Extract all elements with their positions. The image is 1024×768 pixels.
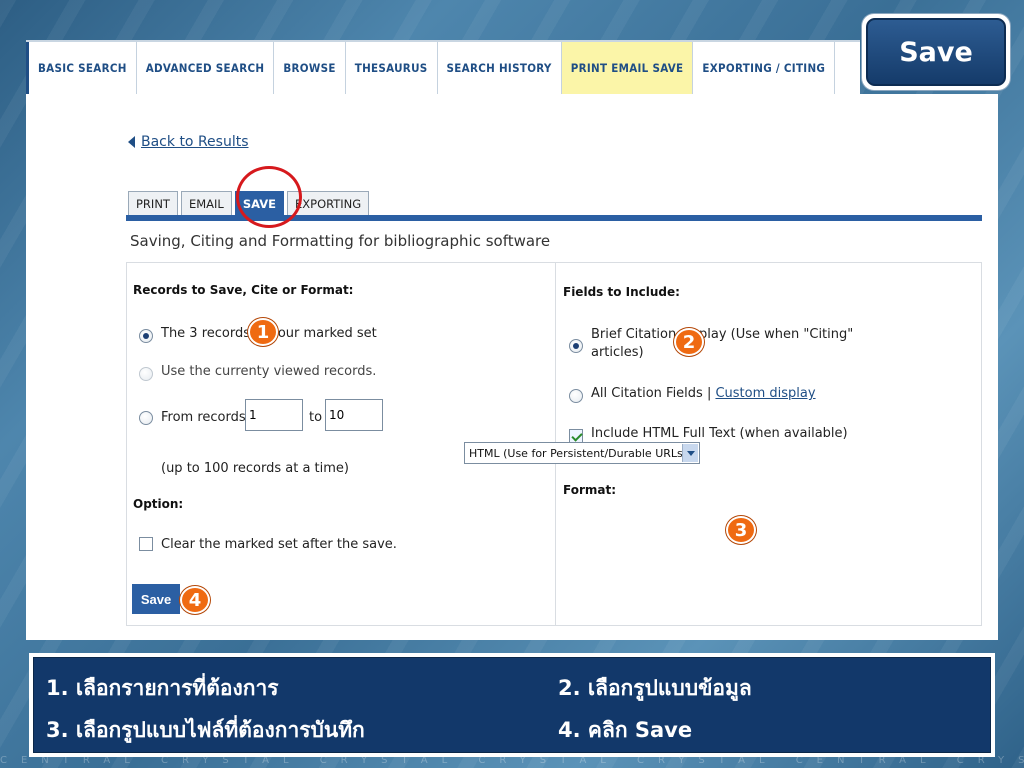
slide-title: Save	[866, 18, 1006, 86]
clear-marked-label: Clear the marked set after the save.	[161, 537, 397, 552]
step-badge-1: 1	[248, 318, 278, 346]
format-heading: Format:	[563, 483, 617, 497]
records-heading: Records to Save, Cite or Format:	[133, 283, 354, 297]
back-to-results-link[interactable]: Back to Results	[128, 134, 249, 150]
radio-all-citation-fields[interactable]	[569, 389, 583, 403]
radio-viewed-records[interactable]	[139, 367, 153, 381]
clear-marked-checkbox[interactable]	[139, 537, 153, 551]
brief-citation-label-line2: articles)	[591, 345, 644, 360]
top-navigation: BASIC SEARCH ADVANCED SEARCH BROWSE THES…	[26, 40, 860, 94]
radio-record-range[interactable]	[139, 411, 153, 425]
range-from-input[interactable]	[245, 399, 303, 431]
chevron-down-icon[interactable]	[682, 444, 698, 462]
back-arrow-icon	[128, 136, 135, 148]
radio-brief-citation[interactable]	[569, 339, 583, 353]
caption-step-3: 3. เลือกรูปแบบไฟล์ที่ต้องการบันทึก	[46, 718, 365, 742]
custom-display-link[interactable]: Custom display	[715, 386, 815, 401]
option-heading: Option:	[133, 497, 184, 511]
step-badge-4: 4	[180, 586, 210, 614]
tab-email[interactable]: EMAIL	[180, 191, 232, 215]
nav-thesaurus[interactable]: THESAURUS	[346, 42, 438, 94]
tab-print[interactable]: PRINT	[128, 191, 178, 215]
nav-basic-search[interactable]: BASIC SEARCH	[26, 42, 137, 94]
caption-step-4: 4. คลิก Save	[558, 718, 693, 742]
range-note: (up to 100 records at a time)	[161, 461, 349, 476]
caption-step-2: 2. เลือกรูปแบบข้อมูล	[558, 676, 752, 700]
nav-browse[interactable]: BROWSE	[274, 42, 346, 94]
all-fields-text: All Citation Fields |	[591, 386, 712, 401]
caption-step-1: 1. เลือกรายการที่ต้องการ	[46, 676, 279, 700]
range-to-label: to	[309, 410, 323, 425]
range-to-input[interactable]	[325, 399, 383, 431]
fields-heading: Fields to Include:	[563, 285, 680, 299]
slide-title-badge: Save	[862, 14, 1010, 90]
instruction-caption-panel: 1. เลือกรายการที่ต้องการ 2. เลือกรูปแบบข…	[33, 657, 991, 753]
nav-print-email-save[interactable]: PRINT EMAIL SAVE	[561, 42, 694, 94]
nav-exporting-citing[interactable]: EXPORTING / CITING	[693, 42, 836, 94]
viewed-records-label: Use the currenty viewed records.	[161, 364, 377, 379]
radio-marked-records[interactable]	[139, 329, 153, 343]
section-title: Saving, Citing and Formatting for biblio…	[130, 232, 551, 250]
brief-citation-label: Brief Citation display (Use when "Citing…	[591, 327, 854, 342]
back-link-label: Back to Results	[141, 134, 249, 150]
format-select-value: HTML (Use for Persistent/Durable URLs)	[469, 446, 688, 460]
format-select[interactable]: HTML (Use for Persistent/Durable URLs)	[464, 442, 700, 464]
save-button[interactable]: Save	[132, 584, 180, 614]
nav-search-history[interactable]: SEARCH HISTORY	[438, 42, 562, 94]
instruction-caption: 1. เลือกรายการที่ต้องการ 2. เลือกรูปแบบข…	[29, 653, 995, 757]
include-html-label: Include HTML Full Text (when available)	[591, 426, 848, 441]
step-badge-2: 2	[674, 328, 704, 356]
main-panel: Back to Results PRINT EMAIL SAVE EXPORTI…	[26, 94, 998, 640]
nav-advanced-search[interactable]: ADVANCED SEARCH	[137, 42, 275, 94]
record-range-label: From records	[161, 410, 246, 425]
include-html-checkbox[interactable]	[569, 429, 583, 443]
save-tab-highlight-ring	[236, 166, 302, 228]
step-badge-3: 3	[726, 516, 756, 544]
all-fields-label: All Citation Fields | Custom display	[591, 386, 816, 401]
